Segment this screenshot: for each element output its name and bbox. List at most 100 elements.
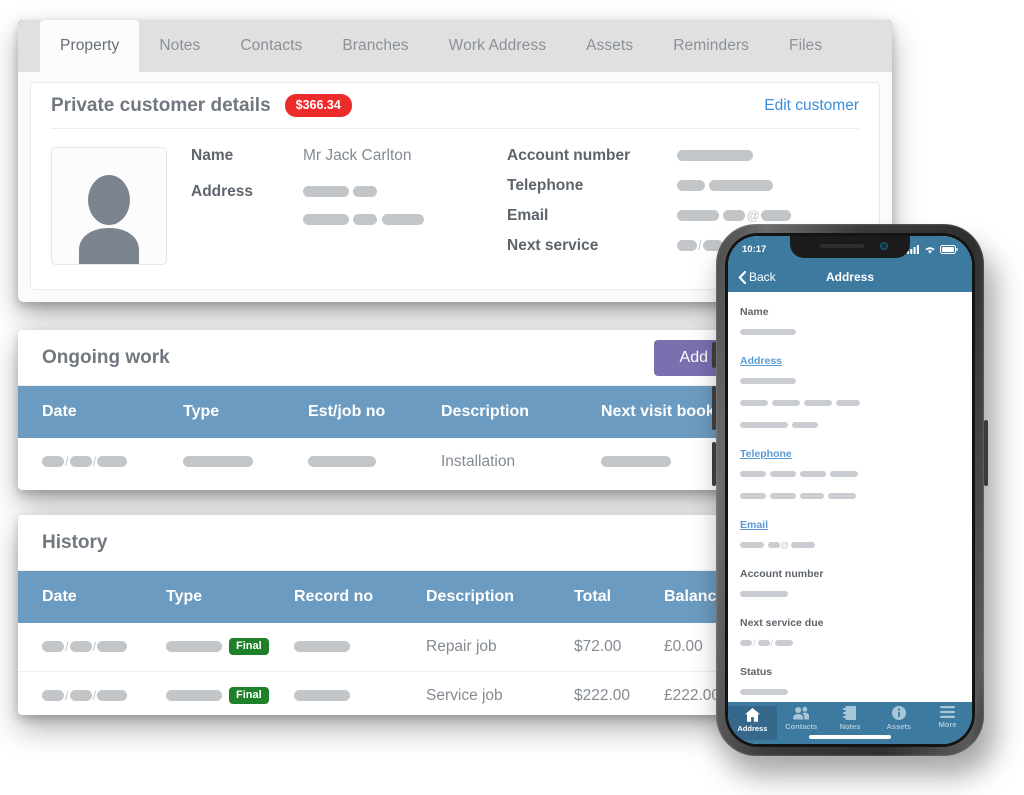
phone-field-email: Email @ (740, 519, 960, 554)
cell-date: / / (18, 672, 166, 721)
field-value-redacted (677, 147, 753, 165)
field-value-redacted (677, 177, 774, 195)
cell-record-no (294, 672, 426, 721)
column-header-record-no[interactable]: Record no (294, 571, 426, 623)
field-value-redacted (740, 487, 960, 505)
field-value-redacted: // (740, 634, 960, 652)
phone-bezel: 10:17 Back Address Name Address Telephon… (725, 233, 975, 747)
ongoing-work-header: Ongoing work Add (18, 330, 758, 386)
cell-total: $222.00 (574, 687, 631, 704)
tab-label: Files (789, 37, 823, 54)
field-value-redacted (740, 465, 960, 483)
field-name: Name Mr Jack Carlton (191, 147, 483, 165)
table-header-row: Date Type Est/job no Description Next vi… (18, 386, 758, 438)
phone-field-name: Name (740, 306, 960, 341)
screenshot-root: Property Notes Contacts Branches Work Ad… (0, 0, 1024, 795)
home-indicator[interactable] (809, 735, 891, 739)
cell-est-job-no (308, 438, 441, 486)
status-badge: Final (229, 638, 269, 656)
cell-total: $72.00 (574, 623, 664, 672)
field-email: Email @ (507, 207, 791, 225)
column-header-date[interactable]: Date (18, 571, 166, 623)
column-header-date[interactable]: Date (18, 386, 183, 438)
tab-branches[interactable]: Branches (322, 20, 428, 72)
field-label: Telephone (507, 177, 584, 194)
wifi-icon (925, 246, 935, 254)
back-button-label: Back (749, 270, 776, 284)
field-value-redacted (740, 683, 960, 701)
column-header-est-job-no[interactable]: Est/job no (308, 386, 441, 438)
field-label: Account number (740, 568, 824, 580)
avatar (51, 147, 167, 265)
tab-contacts[interactable]: Contacts (220, 20, 322, 72)
tab-files[interactable]: Files (769, 20, 842, 72)
field-label-link[interactable]: Telephone (740, 448, 960, 460)
field-label: Account number (507, 147, 631, 164)
tab-more[interactable]: More (923, 706, 972, 729)
tab-label: Contacts (785, 722, 818, 731)
tab-assets[interactable]: Assets (566, 20, 653, 72)
tab-contacts[interactable]: Contacts (777, 706, 826, 731)
field-label: Status (740, 666, 773, 678)
page-title: Private customer details (51, 94, 271, 116)
field-label: Name (740, 306, 769, 318)
tab-reminders[interactable]: Reminders (653, 20, 769, 72)
tab-assets[interactable]: Assets (874, 706, 923, 731)
tab-property[interactable]: Property (40, 20, 140, 72)
column-header-description[interactable]: Description (441, 386, 601, 438)
notebook-icon (843, 706, 857, 720)
tab-notes[interactable]: Notes (826, 706, 875, 731)
person-icon (79, 175, 139, 264)
ongoing-work-panel: Ongoing work Add Date Type Est/job no De… (18, 330, 758, 490)
column-header-description[interactable]: Description (426, 571, 574, 623)
tab-work-address[interactable]: Work Address (429, 20, 566, 72)
status-bar-indicators (907, 244, 958, 254)
phone-field-address: Address (740, 355, 960, 434)
home-icon (744, 708, 760, 722)
tab-label: Assets (586, 37, 634, 54)
field-address: Address (191, 183, 483, 229)
column-header-type[interactable]: Type (166, 571, 294, 623)
field-value-redacted: @ (740, 536, 960, 554)
phone-field-telephone: Telephone (740, 448, 960, 505)
front-camera (880, 242, 888, 250)
field-telephone: Telephone (507, 177, 791, 195)
section-title: History (42, 531, 108, 553)
tab-address[interactable]: Address (728, 706, 777, 740)
tab-label: Assets (886, 722, 912, 731)
table-row[interactable]: / / Final Service job $222.00 £222.00 (18, 672, 758, 721)
earpiece-speaker (820, 244, 864, 248)
field-value-redacted (740, 372, 960, 390)
field-label-link[interactable]: Email (740, 519, 960, 531)
tab-label: Branches (342, 37, 409, 54)
info-icon (891, 706, 906, 720)
table-row[interactable]: / / Installation (18, 438, 758, 486)
cell-record-no (294, 623, 426, 672)
edit-customer-link[interactable]: Edit customer (764, 97, 859, 115)
column-header-total[interactable]: Total (574, 571, 664, 623)
phone-tab-bar: Address Contacts Notes Assets More (728, 702, 972, 744)
field-value-redacted (303, 183, 424, 229)
column-header-type[interactable]: Type (183, 386, 308, 438)
battery-icon (940, 244, 958, 254)
back-button[interactable]: Back (738, 270, 776, 284)
phone-nav-bar: Back Address (728, 262, 972, 292)
history-table: Date Type Record no Description Total Ba… (18, 571, 758, 720)
phone-notch (790, 236, 910, 258)
table-row[interactable]: / / Final Repair job $72.00 £0.00 (18, 623, 758, 672)
tab-label: Address (737, 724, 768, 733)
field-value-redacted: @ (677, 207, 791, 225)
tab-label: Notes (839, 722, 861, 731)
history-header: History (18, 515, 758, 571)
field-value-redacted (740, 585, 960, 603)
table-header-row: Date Type Record no Description Total Ba… (18, 571, 758, 623)
people-icon (793, 706, 810, 720)
field-label: Next service (507, 237, 599, 254)
field-label-link[interactable]: Address (740, 355, 960, 367)
tab-label: Reminders (673, 37, 750, 54)
tab-notes[interactable]: Notes (139, 20, 220, 72)
phone-field-account-number: Account number (740, 568, 960, 603)
field-value-redacted (740, 416, 960, 434)
balance-badge: $366.34 (284, 94, 352, 117)
field-value-redacted (740, 394, 960, 412)
